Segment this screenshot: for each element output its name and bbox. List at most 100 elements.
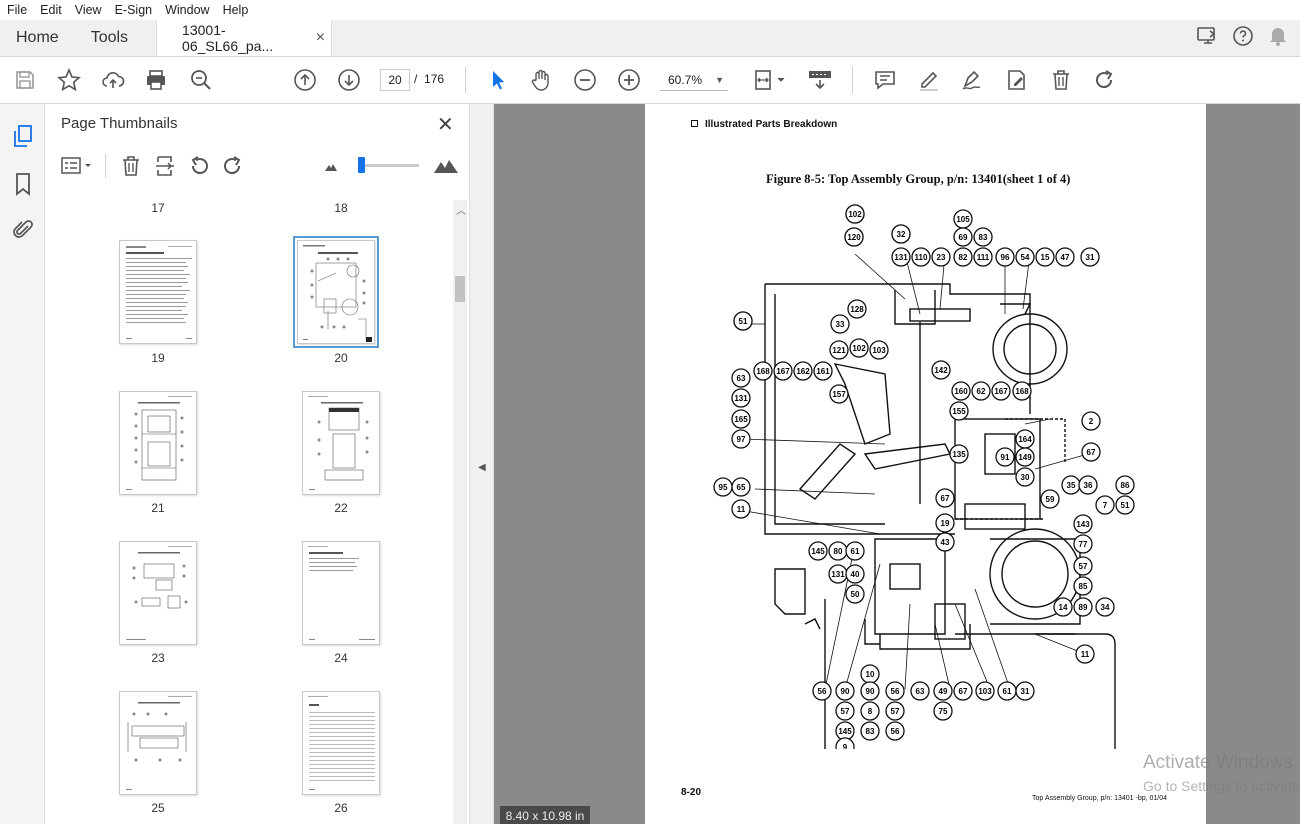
attachments-paperclip-icon[interactable] (11, 218, 35, 242)
menu-esign[interactable]: E-Sign (108, 3, 159, 17)
svg-text:67: 67 (1087, 448, 1096, 457)
callout-165: 165 (731, 409, 751, 429)
thumbnail-page-19[interactable] (119, 240, 197, 344)
highlighter-icon[interactable] (916, 67, 942, 93)
scroll-up-icon[interactable]: ︿ (456, 202, 466, 217)
thumbnail-scrollbar[interactable]: ︿ (453, 200, 467, 824)
callout-103: 103 (975, 681, 995, 701)
rotate-icon[interactable] (1092, 67, 1118, 93)
collapse-arrow-icon[interactable]: ◀ (478, 462, 486, 473)
previous-page-icon[interactable] (292, 67, 318, 93)
scrollbar-thumb[interactable] (455, 276, 465, 302)
document-view[interactable]: Illustrated Parts Breakdown Figure 8-5: … (494, 104, 1300, 824)
thumbnail-page-25[interactable] (119, 691, 197, 795)
svg-text:62: 62 (977, 387, 986, 396)
svg-text:23: 23 (937, 253, 946, 262)
callout-82: 82 (953, 247, 973, 267)
edit-pdf-icon[interactable] (1004, 67, 1030, 93)
svg-text:65: 65 (737, 483, 746, 492)
menu-view[interactable]: View (68, 3, 108, 17)
delete-pages-icon[interactable] (119, 154, 143, 178)
thumbnail-page-23[interactable] (119, 541, 197, 645)
callout-167: 167 (991, 381, 1011, 401)
page-thumbnails-icon[interactable] (11, 124, 35, 148)
svg-text:145: 145 (811, 547, 825, 556)
callout-89: 89 (1073, 597, 1093, 617)
zoom-out-icon[interactable] (572, 67, 598, 93)
svg-text:83: 83 (866, 727, 875, 736)
thumbnail-page-20[interactable] (293, 236, 379, 348)
menu-edit[interactable]: Edit (33, 3, 68, 17)
zoom-value: 60.7% (668, 72, 703, 87)
zoom-in-icon[interactable] (616, 67, 642, 93)
select-cursor-icon[interactable] (485, 67, 511, 93)
activate-windows-watermark: Activate Windows (1143, 752, 1293, 773)
tab-document[interactable]: 13001-06_SL66_pa... × (156, 20, 333, 56)
large-thumbnail-mountain-icon[interactable] (431, 154, 461, 178)
thumbnail-options-icon[interactable] (59, 154, 95, 178)
menu-window[interactable]: Window (158, 3, 215, 17)
thumbnail-page-22[interactable] (302, 391, 380, 495)
comment-icon[interactable] (872, 67, 898, 93)
rotate-counterclockwise-icon[interactable] (187, 154, 211, 178)
callout-11: 11 (1075, 644, 1095, 664)
svg-text:102: 102 (848, 210, 862, 219)
svg-text:167: 167 (776, 367, 790, 376)
page-number-input[interactable]: 20 (380, 69, 410, 91)
svg-text:11: 11 (1081, 650, 1090, 659)
close-tab-icon[interactable]: × (316, 29, 325, 47)
tab-tools[interactable]: Tools (75, 20, 144, 56)
callout-50: 50 (845, 584, 865, 604)
callout-19: 19 (935, 513, 955, 533)
print-icon[interactable] (143, 67, 169, 93)
thumbnail-size-slider-handle[interactable] (358, 157, 365, 173)
zoom-level-select[interactable]: 60.7% ▼ (660, 69, 728, 91)
save-icon[interactable] (12, 67, 38, 93)
svg-text:167: 167 (994, 387, 1008, 396)
notifications-bell-icon[interactable] (1268, 25, 1288, 52)
svg-text:110: 110 (915, 253, 928, 262)
bookmarks-icon[interactable] (11, 172, 35, 196)
panel-collapse-handle[interactable]: ◀ (470, 104, 494, 824)
draw-pen-icon[interactable] (960, 67, 986, 93)
svg-text:164: 164 (1018, 435, 1032, 444)
thumbnail-page-21[interactable] (119, 391, 197, 495)
page-fit-icon[interactable] (752, 67, 788, 93)
upload-cloud-icon[interactable] (100, 67, 126, 93)
thumbnail-page-24[interactable] (302, 541, 380, 645)
svg-text:160: 160 (954, 387, 968, 396)
callout-168: 168 (1012, 381, 1032, 401)
activate-windows-watermark-subtext: Go to Settings to activate Windows. (1143, 778, 1300, 794)
rotate-clockwise-icon[interactable] (221, 154, 245, 178)
callout-69: 69 (953, 227, 973, 247)
extract-pages-icon[interactable] (153, 154, 177, 178)
tab-home[interactable]: Home (0, 20, 75, 56)
hand-tool-icon[interactable] (528, 67, 554, 93)
callout-86: 86 (1115, 475, 1135, 495)
share-screen-icon[interactable] (1196, 25, 1218, 52)
small-thumbnail-mountain-icon[interactable] (319, 154, 343, 178)
delete-icon[interactable] (1048, 67, 1074, 93)
next-page-icon[interactable] (336, 67, 362, 93)
help-icon[interactable] (1232, 25, 1254, 52)
panel-divider (105, 154, 106, 178)
svg-text:161: 161 (816, 367, 830, 376)
svg-text:63: 63 (737, 374, 746, 383)
callout-57: 57 (835, 701, 855, 721)
navigation-rail (0, 104, 45, 824)
thumbnail-page-26[interactable] (302, 691, 380, 795)
menu-help[interactable]: Help (216, 3, 255, 17)
thumbnail-size-slider[interactable] (361, 164, 419, 167)
close-panel-icon[interactable]: ✕ (437, 112, 454, 137)
tab-bar-actions (1196, 20, 1300, 56)
callout-167: 167 (773, 361, 793, 381)
search-zoom-icon[interactable] (188, 67, 214, 93)
callout-67: 67 (953, 681, 973, 701)
menu-file[interactable]: File (0, 3, 33, 17)
callout-155: 155 (949, 401, 969, 421)
svg-text:103: 103 (872, 346, 886, 355)
svg-text:56: 56 (891, 727, 900, 736)
scrolling-mode-icon[interactable] (806, 67, 834, 93)
bookmark-star-icon[interactable] (56, 67, 82, 93)
svg-text:36: 36 (1084, 481, 1093, 490)
